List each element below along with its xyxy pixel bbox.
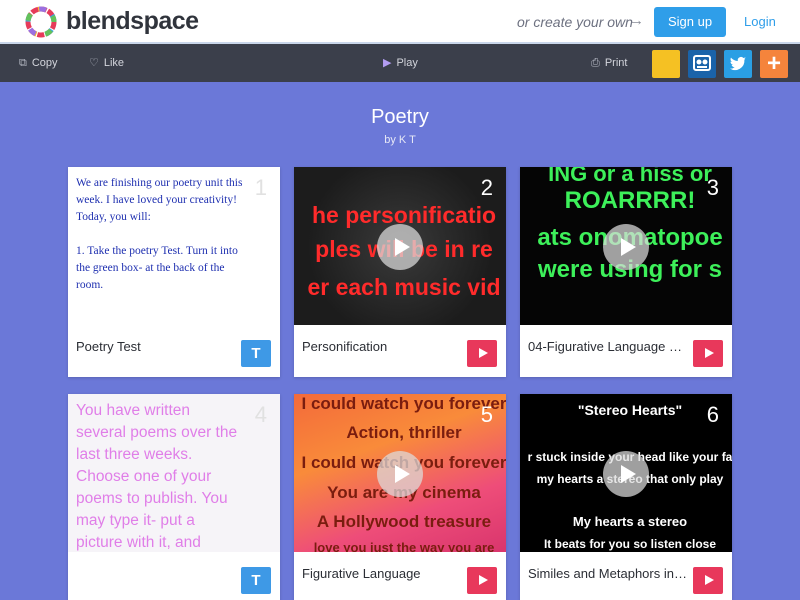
preview-line: picture with it, and (76, 534, 201, 551)
video-text-line: ROARRRR! (564, 187, 696, 214)
login-link[interactable]: Login (744, 14, 776, 29)
sign-up-button[interactable]: Sign up (654, 7, 726, 37)
play-icon: ▶ (383, 57, 392, 69)
play-label: Play (396, 57, 418, 69)
blendspace-logo-icon[interactable] (24, 5, 58, 39)
text-preview: We are finishing our poetry unit this we… (68, 167, 280, 325)
card-caption[interactable]: Personification (302, 339, 462, 354)
card-number: 4 (254, 402, 267, 427)
preview-line: poems to publish. You (76, 490, 228, 507)
video-text-line: er each music vid (307, 274, 501, 300)
play-video-icon[interactable] (377, 224, 423, 270)
video-text-line: It beats for you so listen close (543, 537, 717, 551)
video-type-badge (467, 567, 497, 594)
video-text-line: I could watch you forever (301, 394, 507, 413)
preview-line: 1. Take the poetry Test. Turn it into (76, 245, 238, 257)
classroom-icon (693, 55, 711, 71)
lesson-card-6[interactable]: "Stereo Hearts" r stuck inside your head… (520, 394, 732, 600)
preview-line: Choose one of your (76, 468, 212, 485)
video-text-line: love you just the way you are (313, 540, 495, 552)
card-caption[interactable]: Poetry Test (76, 339, 236, 354)
copy-button[interactable]: ⧉ Copy (19, 56, 58, 70)
share-yellow-button[interactable] (652, 50, 680, 78)
card-caption[interactable]: 04-Figurative Language Ra... (528, 339, 688, 354)
video-text-line: "Stereo Hearts" (577, 402, 683, 418)
card-number: 6 (706, 402, 719, 427)
lesson-toolbar: ⧉ Copy ♡ Like ▶ Play ⎙ Print + (0, 44, 800, 82)
card-number: 5 (480, 402, 493, 427)
lesson-author[interactable]: by K T (0, 134, 800, 146)
preview-line: week. I have loved your creativity! (76, 194, 237, 206)
video-type-badge (693, 340, 723, 367)
lesson-card-3[interactable]: ING or a hiss or ROARRRR! ats onomatopoe… (520, 167, 732, 377)
print-label: Print (604, 57, 628, 69)
card-number: 3 (706, 175, 719, 200)
text-type-badge: T (241, 340, 271, 367)
lesson-card-2[interactable]: he personificatio ples will be in re er … (294, 167, 506, 377)
create-your-own-link[interactable]: or create your own (517, 14, 633, 30)
lesson-card-5[interactable]: I could watch you forever Action, thrill… (294, 394, 506, 600)
preview-line: You have written (76, 402, 191, 419)
card-caption[interactable]: Figurative Language (302, 566, 462, 581)
twitter-icon (730, 56, 746, 71)
play-video-icon[interactable] (603, 451, 649, 497)
copy-icon: ⧉ (19, 57, 27, 69)
print-icon: ⎙ (591, 57, 600, 69)
video-text-line: Action, thriller (346, 423, 462, 442)
lesson-card-1[interactable]: We are finishing our poetry unit this we… (68, 167, 280, 377)
video-type-badge (693, 567, 723, 594)
video-text-line: A Hollywood treasure (316, 512, 492, 531)
video-text-line: My hearts a stereo (572, 514, 688, 529)
lesson-card-4[interactable]: You have written several poems over the … (68, 394, 280, 600)
card-number: 2 (480, 175, 493, 200)
preview-line: may type it- put a (76, 512, 195, 529)
card-caption[interactable]: Similes and Metaphors in ... (528, 566, 688, 581)
twitter-share-button[interactable] (724, 50, 752, 78)
video-type-badge (467, 340, 497, 367)
play-video-icon[interactable] (603, 224, 649, 270)
text-type-badge: T (241, 567, 271, 594)
like-label: Like (103, 57, 125, 69)
brand-name[interactable]: blendspace (66, 7, 199, 36)
classroom-share-button[interactable] (688, 50, 716, 78)
preview-line: We are finishing our poetry unit this (76, 177, 243, 189)
plus-icon: + (766, 50, 781, 77)
preview-line: last three weeks. (76, 446, 193, 463)
preview-line: room. (76, 279, 104, 291)
more-share-button[interactable]: + (760, 50, 788, 78)
video-text-line: ING or a hiss or (548, 167, 712, 186)
preview-line: Today, you will: (76, 211, 151, 223)
top-header: blendspace or create your own → Sign up … (0, 0, 800, 44)
play-video-icon[interactable] (377, 451, 423, 497)
copy-label: Copy (31, 57, 58, 69)
arrow-right-icon: → (629, 12, 644, 29)
like-button[interactable]: ♡ Like (89, 56, 124, 70)
print-button[interactable]: ⎙ Print (591, 56, 627, 70)
heart-icon: ♡ (89, 57, 99, 69)
card-number: 1 (254, 175, 267, 200)
preview-line: several poems over the (76, 424, 238, 441)
preview-line: the green box- at the back of the (76, 262, 225, 274)
text-preview: You have written several poems over the … (68, 394, 280, 552)
lesson-title: Poetry (371, 106, 429, 128)
play-button[interactable]: ▶ Play (383, 56, 418, 70)
